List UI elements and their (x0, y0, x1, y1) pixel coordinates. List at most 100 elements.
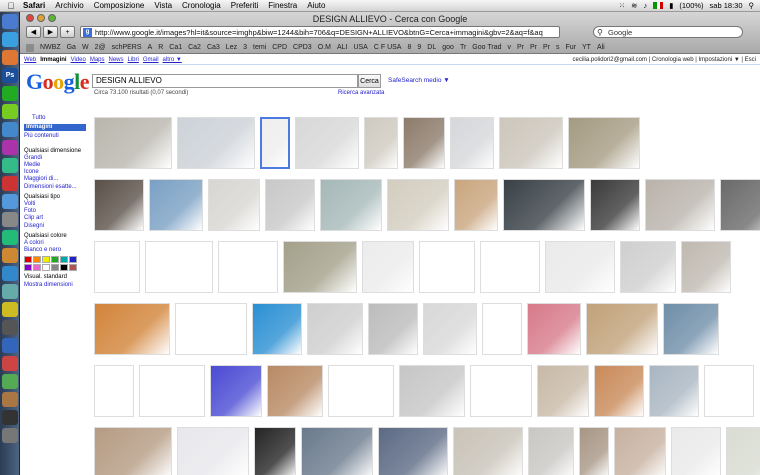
image-thumbnail[interactable] (218, 241, 278, 293)
sidebar-type-images-selected[interactable]: Immagini (24, 124, 86, 132)
dock-app-icon[interactable]: Ps (2, 68, 18, 83)
image-thumbnail[interactable] (620, 241, 676, 293)
search-input[interactable]: DESIGN ALLIEVO (92, 74, 358, 88)
bookmark-item[interactable]: NWBZ (40, 44, 61, 51)
account-links[interactable]: cecilia.polidori2@gmail.com | Cronologia… (573, 57, 756, 63)
image-thumbnail[interactable] (423, 303, 477, 355)
bookmark-item[interactable]: schPERS (112, 44, 142, 51)
image-thumbnail[interactable] (364, 117, 398, 169)
wifi-icon[interactable]: ≋ (631, 1, 637, 10)
color-swatch[interactable] (24, 256, 32, 264)
image-thumbnail[interactable] (527, 303, 581, 355)
color-swatch[interactable] (51, 264, 59, 272)
color-swatch[interactable] (69, 256, 77, 264)
back-arrow-icon[interactable]: ◀ (26, 26, 41, 38)
bookmark-item[interactable]: YT (582, 44, 591, 51)
image-thumbnail[interactable] (177, 427, 249, 475)
image-thumbnail[interactable] (307, 303, 363, 355)
show-sizes-link[interactable]: Mostra dimensioni (24, 282, 86, 289)
image-thumbnail[interactable] (368, 303, 418, 355)
image-thumbnail[interactable] (726, 427, 760, 475)
dock-app-icon[interactable] (2, 122, 18, 137)
bookmark-item[interactable]: 3 (243, 44, 247, 51)
bookmark-item[interactable]: goo (442, 44, 454, 51)
image-thumbnail[interactable] (94, 241, 140, 293)
bookmark-item[interactable]: Ca2 (188, 44, 201, 51)
bookmark-item[interactable]: Tr (460, 44, 466, 51)
image-thumbnail[interactable] (545, 241, 615, 293)
address-bar[interactable]: g http://www.google.it/images?hl=it&sour… (80, 26, 560, 38)
image-thumbnail[interactable] (454, 179, 498, 231)
image-thumbnail[interactable] (94, 303, 170, 355)
add-bookmark-icon[interactable]: + (60, 26, 75, 38)
type-filter-link[interactable]: Disegni (24, 223, 86, 230)
menu-archivio[interactable]: Archivio (50, 1, 88, 10)
image-thumbnail[interactable] (594, 365, 644, 417)
image-thumbnail[interactable] (579, 427, 609, 475)
bookmark-item[interactable]: C F USA (374, 44, 402, 51)
bookmark-item[interactable]: v (507, 44, 511, 51)
image-thumbnail[interactable] (645, 179, 715, 231)
image-thumbnail[interactable] (328, 365, 394, 417)
bookmark-item[interactable]: Goo Trad (472, 44, 501, 51)
image-thumbnail[interactable] (568, 117, 640, 169)
color-filter-link[interactable]: A colori (24, 240, 86, 247)
bookmark-item[interactable]: CPD3 (293, 44, 312, 51)
dock-app-icon[interactable] (2, 248, 18, 263)
bookmark-item[interactable]: Fur (565, 44, 576, 51)
dock-app-icon[interactable] (2, 212, 18, 227)
image-thumbnail[interactable] (681, 241, 731, 293)
bookmark-item[interactable]: Ca1 (169, 44, 182, 51)
bookmark-item[interactable]: Lez (226, 44, 237, 51)
gbar-link[interactable]: Gmail (143, 57, 159, 63)
type-filter-link[interactable]: Clip art (24, 215, 86, 222)
size-filter-link[interactable]: Grandi (24, 155, 86, 162)
battery-icon[interactable]: ▮ (669, 1, 673, 10)
dock-app-icon[interactable] (2, 104, 18, 119)
image-thumbnail[interactable] (528, 427, 574, 475)
bookmark-item[interactable]: W (82, 44, 89, 51)
bookmark-item[interactable]: temi (253, 44, 266, 51)
menu-composizione[interactable]: Composizione (89, 1, 150, 10)
image-thumbnail[interactable] (260, 117, 290, 169)
bookmark-item[interactable]: Pr (517, 44, 524, 51)
bookmarks-book-icon[interactable] (26, 43, 34, 52)
bookmark-item[interactable]: Ca3 (207, 44, 220, 51)
image-thumbnail[interactable] (283, 241, 357, 293)
menu-safari[interactable]: Safari (18, 1, 50, 10)
dock-app-icon[interactable] (2, 356, 18, 371)
size-filter-link[interactable]: Dimensioni esatte... (24, 184, 86, 191)
type-filter-link[interactable]: Volti (24, 201, 86, 208)
dock-app-icon[interactable] (2, 230, 18, 245)
image-thumbnail[interactable] (252, 303, 302, 355)
dock-app-icon[interactable] (2, 428, 18, 443)
bluetooth-icon[interactable]: ⁙ (619, 1, 625, 10)
image-thumbnail[interactable] (399, 365, 465, 417)
bookmark-item[interactable]: 8 (407, 44, 411, 51)
dock-app-icon[interactable] (2, 50, 18, 65)
image-thumbnail[interactable] (177, 117, 255, 169)
image-thumbnail[interactable] (419, 241, 475, 293)
advanced-search-link[interactable]: Ricerca avanzata (338, 90, 384, 96)
color-swatch[interactable] (51, 256, 59, 264)
image-thumbnail[interactable] (175, 303, 247, 355)
dock-app-icon[interactable] (2, 86, 18, 101)
bookmark-item[interactable]: USA (353, 44, 367, 51)
image-thumbnail[interactable] (267, 365, 323, 417)
dock-app-icon[interactable] (2, 194, 18, 209)
image-thumbnail[interactable] (403, 117, 445, 169)
image-thumbnail[interactable] (590, 179, 640, 231)
menu-cronologia[interactable]: Cronologia (177, 1, 226, 10)
sidebar-type-item[interactable]: Tutto (24, 115, 86, 122)
image-thumbnail[interactable] (663, 303, 719, 355)
dock-app-icon[interactable] (2, 284, 18, 299)
image-thumbnail[interactable] (720, 179, 760, 231)
gbar-link-images[interactable]: Immagini (40, 57, 66, 63)
color-swatch[interactable] (60, 264, 68, 272)
bookmark-item[interactable]: Pr (530, 44, 537, 51)
volume-icon[interactable]: ♪ (643, 1, 647, 10)
gbar-link[interactable]: Video (71, 57, 86, 63)
dock-app-icon[interactable] (2, 320, 18, 335)
bookmark-item[interactable]: 9 (417, 44, 421, 51)
color-swatch[interactable] (69, 264, 77, 272)
